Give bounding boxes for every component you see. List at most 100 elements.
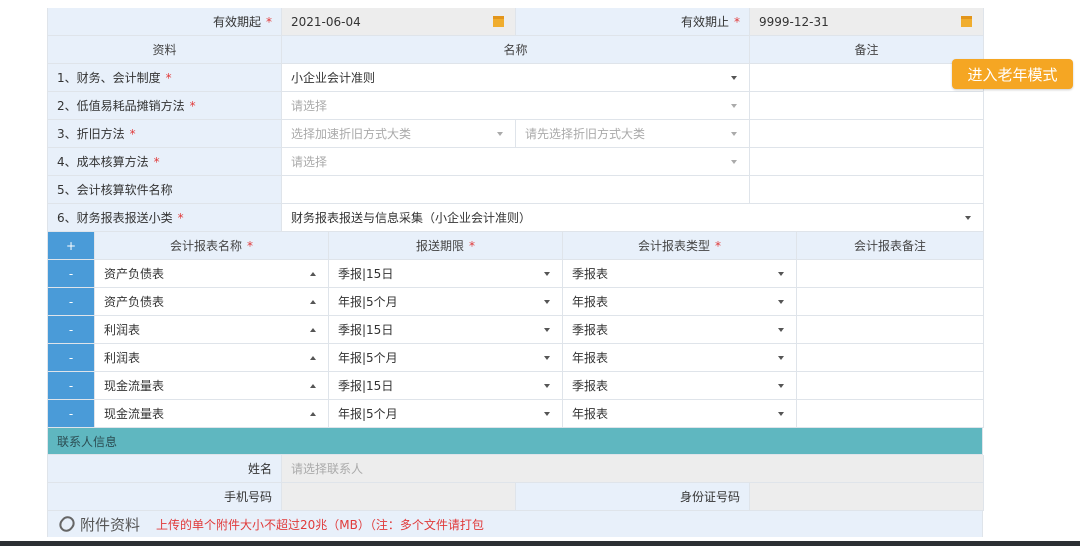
report-remark-input[interactable] [797, 316, 984, 344]
chevron-down-icon[interactable] [731, 131, 737, 136]
report-name-select[interactable]: 利润表 [95, 344, 329, 372]
chevron-down-icon[interactable] [544, 271, 550, 276]
report-type-select[interactable]: 年报表 [563, 344, 797, 372]
attachment-section: 附件资料 上传的单个附件大小不超过20兆（MB）（注：多个文件请打包 [48, 511, 983, 537]
report-name-select[interactable]: 现金流量表 [95, 372, 329, 400]
report-remark-input[interactable] [797, 400, 984, 428]
taskbar-edge [0, 541, 1080, 546]
info-row-software: 5、会计核算软件名称 [48, 176, 984, 204]
remark-cell[interactable] [750, 92, 984, 120]
depreciation-category-select[interactable]: 选择加速折旧方式大类 [282, 120, 516, 148]
report-name-value: 利润表 [104, 351, 141, 365]
chevron-down-icon[interactable] [497, 131, 503, 136]
id-number-field[interactable] [750, 483, 984, 511]
end-date-label: 有效期止 [680, 15, 729, 29]
header-remark: 备注 [750, 36, 984, 64]
end-date-value: 9999-12-31 [759, 14, 829, 29]
end-date-field[interactable]: 9999-12-31 [750, 8, 984, 36]
remove-report-button[interactable]: - [48, 260, 95, 288]
calendar-icon[interactable] [493, 16, 504, 27]
remove-report-button[interactable]: - [48, 344, 95, 372]
report-remark-input[interactable] [797, 372, 984, 400]
chevron-down-icon[interactable] [544, 299, 550, 304]
report-remark-input[interactable] [797, 344, 984, 372]
table-row: - 利润表 年报|5个月 年报表 [48, 344, 984, 372]
report-remark-input[interactable] [797, 260, 984, 288]
remark-cell[interactable] [750, 64, 984, 92]
remove-report-button[interactable]: - [48, 316, 95, 344]
amortization-method-select[interactable]: 请选择 [282, 92, 750, 120]
chevron-down-icon[interactable] [544, 355, 550, 360]
cost-accounting-select[interactable]: 请选择 [282, 148, 750, 176]
report-period-select[interactable]: 季报|15日 [329, 372, 563, 400]
chevron-down-icon[interactable] [778, 327, 784, 332]
required-mark: * [734, 14, 740, 29]
depreciation-method-select[interactable]: 请先选择折旧方式大类 [516, 120, 750, 148]
accounting-system-select[interactable]: 小企业会计准则 [282, 64, 750, 92]
report-type-select[interactable]: 年报表 [563, 400, 797, 428]
chevron-down-icon[interactable] [731, 159, 737, 164]
start-date-field[interactable]: 2021-06-04 [282, 8, 516, 36]
chevron-up-icon[interactable] [310, 411, 316, 416]
id-number-label: 身份证号码 [516, 483, 750, 511]
report-type-select[interactable]: 季报表 [563, 372, 797, 400]
report-subcategory-select[interactable]: 财务报表报送与信息采集（小企业会计准则） [282, 204, 984, 232]
remark-cell[interactable] [750, 176, 984, 204]
chevron-up-icon[interactable] [310, 271, 316, 276]
info-row-label: 3、折旧方法 [57, 127, 125, 141]
phone-field[interactable] [282, 483, 516, 511]
chevron-down-icon[interactable] [544, 411, 550, 416]
report-period-select[interactable]: 季报|15日 [329, 316, 563, 344]
header-report-remark: 会计报表备注 [797, 232, 984, 260]
chevron-down-icon[interactable] [731, 75, 737, 80]
report-name-select[interactable]: 现金流量表 [95, 400, 329, 428]
chevron-down-icon[interactable] [778, 271, 784, 276]
info-row-cost-accounting: 4、成本核算方法 * 请选择 [48, 148, 984, 176]
calendar-icon[interactable] [961, 16, 972, 27]
report-name-select[interactable]: 资产负债表 [95, 260, 329, 288]
chevron-up-icon[interactable] [310, 355, 316, 360]
report-period-select[interactable]: 季报|15日 [329, 260, 563, 288]
report-name-select[interactable]: 利润表 [95, 316, 329, 344]
report-type-select[interactable]: 季报表 [563, 260, 797, 288]
contact-name-label: 姓名 [48, 455, 282, 483]
chevron-up-icon[interactable] [310, 383, 316, 388]
software-name-input[interactable] [282, 176, 750, 204]
report-name-select[interactable]: 资产负债表 [95, 288, 329, 316]
report-period-value: 年报|5个月 [338, 407, 398, 421]
info-row-label: 5、会计核算软件名称 [57, 183, 173, 197]
remove-report-button[interactable]: - [48, 288, 95, 316]
info-row-report-subcategory: 6、财务报表报送小类 * 财务报表报送与信息采集（小企业会计准则） [48, 204, 984, 232]
chevron-down-icon[interactable] [544, 327, 550, 332]
remark-cell[interactable] [750, 148, 984, 176]
report-period-select[interactable]: 年报|5个月 [329, 400, 563, 428]
chevron-down-icon[interactable] [778, 383, 784, 388]
report-period-select[interactable]: 年报|5个月 [329, 344, 563, 372]
chevron-down-icon[interactable] [778, 299, 784, 304]
chevron-down-icon[interactable] [544, 383, 550, 388]
chevron-down-icon[interactable] [731, 103, 737, 108]
report-type-select[interactable]: 季报表 [563, 316, 797, 344]
chevron-down-icon[interactable] [778, 355, 784, 360]
chevron-up-icon[interactable] [310, 327, 316, 332]
report-remark-input[interactable] [797, 288, 984, 316]
depreciation-method-placeholder: 请先选择折旧方式大类 [525, 127, 646, 141]
remove-report-button[interactable]: - [48, 372, 95, 400]
add-report-button[interactable]: + [48, 232, 95, 260]
chevron-down-icon[interactable] [778, 411, 784, 416]
remove-report-button[interactable]: - [48, 400, 95, 428]
report-name-value: 资产负债表 [104, 267, 165, 281]
table-row: - 现金流量表 季报|15日 季报表 [48, 372, 984, 400]
report-type-select[interactable]: 年报表 [563, 288, 797, 316]
attachment-size-note: 上传的单个附件大小不超过20兆（MB）（注：多个文件请打包 [156, 517, 484, 532]
contact-name-select[interactable]: 请选择联系人 [282, 455, 984, 483]
chevron-up-icon[interactable] [310, 299, 316, 304]
report-period-select[interactable]: 年报|5个月 [329, 288, 563, 316]
validity-row: 有效期起 * 2021-06-04 有效期止 * 9999-12-31 [48, 8, 984, 36]
chevron-down-icon[interactable] [965, 215, 971, 220]
start-date-value: 2021-06-04 [291, 14, 361, 29]
start-date-label-cell: 有效期起 * [48, 8, 282, 36]
elder-mode-button[interactable]: 进入老年模式 [952, 59, 1073, 89]
report-type-value: 年报表 [572, 407, 609, 421]
remark-cell[interactable] [750, 120, 984, 148]
